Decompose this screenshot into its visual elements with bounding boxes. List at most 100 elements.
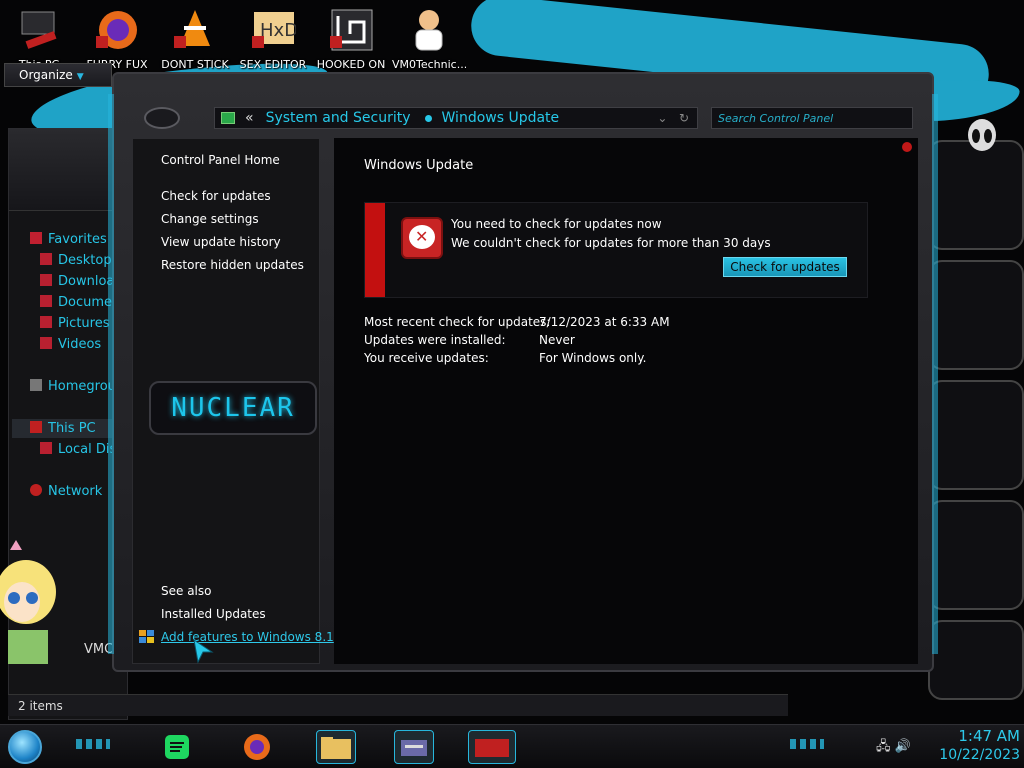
check-for-updates-link[interactable]: Check for updates — [161, 189, 271, 203]
taskbar-decoration — [76, 739, 110, 749]
document-icon — [40, 295, 52, 307]
nav-this-pc[interactable]: This PC — [12, 419, 112, 438]
address-bar[interactable]: « System and Security Windows Update ⌄ ↻ — [214, 107, 698, 129]
desktop-icon-dont-stick[interactable]: DONT STICK — [158, 4, 232, 71]
star-icon — [30, 232, 42, 244]
nav-local-disk[interactable]: Local Disk — [40, 442, 112, 457]
gadget-panel — [928, 620, 1024, 700]
nav-videos[interactable]: Videos — [40, 337, 112, 352]
taskbar-app-spotify[interactable] — [160, 730, 194, 764]
explorer-status-bar: 2 items — [8, 694, 788, 716]
firefox-icon — [94, 6, 140, 52]
system-tray: 🖧 🔊 — [876, 737, 911, 759]
control-panel-icon — [401, 740, 427, 756]
gadget-panel — [928, 380, 1024, 490]
help-icon[interactable] — [902, 142, 912, 152]
folder-icon — [40, 253, 52, 265]
clock-time[interactable]: 1:47 AM — [940, 727, 1020, 745]
page-title: Windows Update — [364, 158, 474, 173]
nav-downloads[interactable]: Downloads — [40, 274, 112, 289]
taskbar-app-firefox[interactable] — [240, 730, 274, 764]
info-row-receive: You receive updates: For Windows only. — [364, 351, 647, 365]
gadget-panel — [928, 260, 1024, 370]
address-controls[interactable]: ⌄ ↻ — [657, 111, 689, 125]
cartoon-character-image — [0, 540, 56, 664]
check-for-updates-button[interactable]: Check for updates — [723, 257, 847, 277]
nav-network[interactable]: Network — [30, 484, 112, 499]
disk-icon — [40, 442, 52, 454]
computer-icon — [30, 421, 42, 433]
video-icon — [40, 337, 52, 349]
info-row-installed: Updates were installed: Never — [364, 333, 575, 347]
taskbar-app-file-explorer[interactable] — [316, 730, 356, 764]
file-explorer-icon — [321, 737, 351, 759]
update-alert-panel: ✕ You need to check for updates now We c… — [364, 202, 868, 298]
refresh-icon[interactable]: ↻ — [679, 111, 689, 125]
item-count: 2 items — [18, 699, 63, 713]
add-features-link[interactable]: Add features to Windows 8.1 — [161, 630, 334, 644]
breadcrumb-separator-icon — [424, 114, 432, 122]
breadcrumb-system-and-security[interactable]: System and Security — [266, 110, 411, 126]
nav-documents[interactable]: Documents — [40, 295, 112, 310]
alert-stripe — [365, 203, 385, 297]
change-settings-link[interactable]: Change settings — [161, 212, 259, 226]
back-chevron[interactable]: « — [245, 110, 254, 126]
nav-desktop[interactable]: Desktop — [40, 253, 112, 268]
view-update-history-link[interactable]: View update history — [161, 235, 281, 249]
network-icon — [30, 484, 42, 496]
nav-favorites[interactable]: Favorites — [30, 232, 112, 247]
alert-message: We couldn't check for updates for more t… — [451, 236, 771, 250]
vlc-icon — [172, 6, 218, 52]
desktop-icon-furry-fux[interactable]: FURRY FUX — [80, 4, 154, 71]
taskbar: 🖧 🔊 1:47 AM 10/22/2023 — [0, 724, 1024, 768]
taskbar-decoration — [790, 739, 824, 749]
installed-updates-link[interactable]: Installed Updates — [161, 607, 266, 621]
see-also-heading: See also — [161, 584, 212, 598]
app-icon — [328, 6, 374, 52]
volume-icon[interactable]: 🔊 — [895, 739, 911, 754]
info-row-last-check: Most recent check for updates:7/12/2023 … — [364, 315, 670, 329]
start-button[interactable] — [8, 730, 42, 764]
alert-heading: You need to check for updates now — [451, 217, 662, 231]
user-doctor-icon — [406, 6, 452, 52]
chevron-down-icon: ▼ — [76, 72, 84, 82]
control-panel-home-link[interactable]: Control Panel Home — [161, 153, 280, 167]
nav-pictures[interactable]: Pictures — [40, 316, 112, 331]
content-pane: Windows Update ✕ You need to check for u… — [334, 138, 918, 664]
computer-icon — [16, 6, 62, 52]
firefox-icon — [244, 734, 270, 760]
hxd-icon: HxD — [250, 6, 298, 52]
desktop-icon-hooked-on[interactable]: HOOKED ON — [314, 4, 388, 71]
download-icon — [40, 274, 52, 286]
desktop-icon-sex-editor[interactable]: HxD SEX EDITOR — [236, 4, 310, 71]
gadget-panel — [928, 140, 1024, 250]
window-logo-icon — [144, 107, 180, 129]
search-box[interactable] — [711, 107, 913, 129]
breadcrumb-windows-update[interactable]: Windows Update — [442, 110, 560, 126]
desktop-icon-vm0technic[interactable]: VM0Technic... — [392, 4, 466, 71]
alien-logo-icon — [968, 119, 996, 151]
svg-text:HxD: HxD — [260, 20, 296, 41]
error-icon: ✕ — [401, 217, 443, 259]
organize-button[interactable]: Organize ▼ — [4, 63, 112, 87]
system-monitor-gadget — [928, 100, 1024, 700]
homegroup-icon — [30, 379, 42, 391]
control-panel-window[interactable]: « System and Security Windows Update ⌄ ↻… — [108, 72, 938, 672]
network-icon[interactable]: 🖧 — [876, 739, 891, 754]
clock-date[interactable]: 10/22/2023 — [920, 747, 1020, 763]
left-navigation-pane: Control Panel Home Check for updates Cha… — [132, 138, 334, 664]
nuclear-logo: NUCLEAR — [149, 381, 317, 435]
control-panel-icon — [221, 112, 235, 124]
desktop-icon-this-pc[interactable]: This PC — [2, 4, 76, 71]
taskbar-app-control-panel[interactable] — [394, 730, 434, 764]
media-icon — [475, 739, 509, 757]
search-input[interactable] — [712, 108, 912, 128]
windows-shield-icon — [139, 630, 155, 644]
restore-hidden-updates-link[interactable]: Restore hidden updates — [161, 258, 304, 272]
chevron-down-icon[interactable]: ⌄ — [657, 111, 667, 125]
picture-icon — [40, 316, 52, 328]
nav-homegroup[interactable]: Homegroup — [30, 379, 112, 394]
taskbar-app-media[interactable] — [468, 730, 516, 764]
spotify-icon — [165, 735, 189, 759]
gadget-panel — [928, 500, 1024, 610]
